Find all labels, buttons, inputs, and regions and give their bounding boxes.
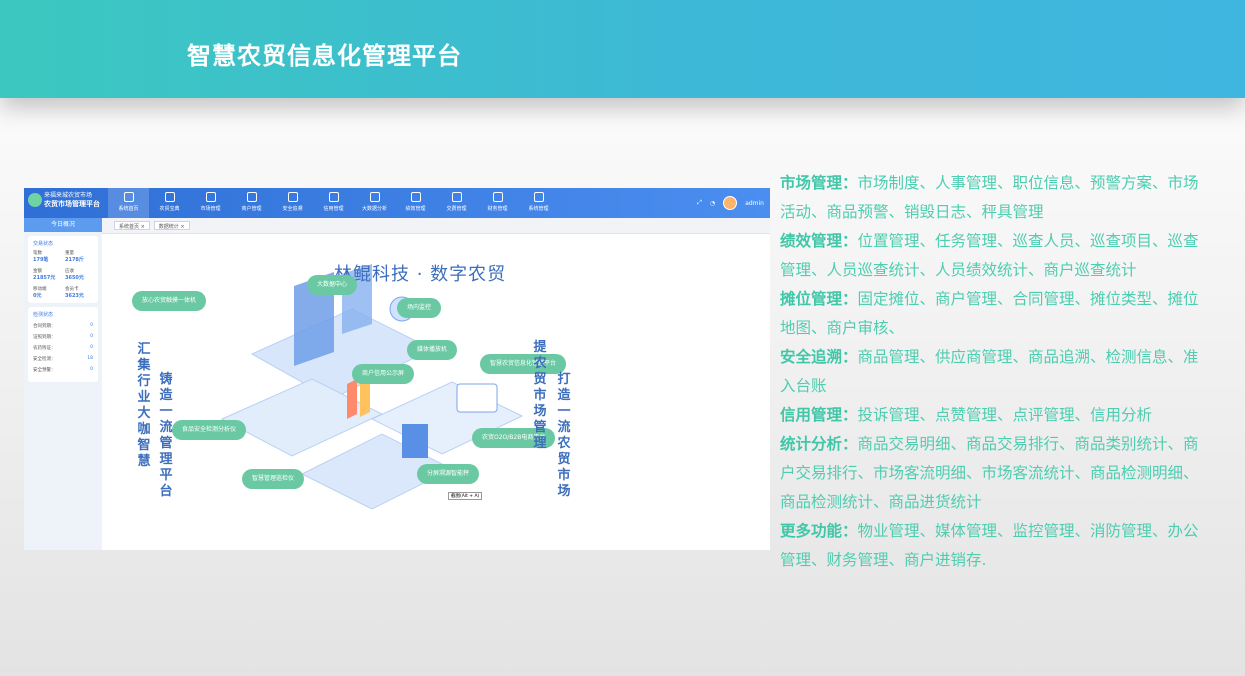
- stat-item: 移动端 0元: [33, 287, 47, 299]
- pill-label: 媒体播放机: [407, 340, 458, 360]
- check-row: 农药残证： 0: [33, 345, 93, 351]
- avatar[interactable]: [723, 196, 738, 210]
- nav-item[interactable]: 商户管理: [231, 188, 272, 218]
- feature-credit: 信用管理：投诉管理、点赞管理、点评管理、信用分析: [780, 406, 1153, 424]
- check-row: 证照到期： 0: [33, 334, 93, 340]
- tab-stats[interactable]: 数据统计 ×: [153, 221, 190, 230]
- nav-item[interactable]: 财务管理: [477, 188, 518, 218]
- user-name[interactable]: admin: [745, 200, 764, 207]
- grid-icon: [205, 192, 216, 202]
- app-brand-line2: 农贸市场管理平台: [44, 200, 100, 208]
- app-sidebar: 今日概况 交易状态 笔数 179笔 重量 2178斤 金额 21857元 应收 3650…: [24, 218, 102, 550]
- feature-traceability: 安全追溯：商品管理、供应商管理、商品追溯、检测信息、准入台账: [780, 348, 1199, 395]
- book-icon: [164, 192, 175, 202]
- nav-label: 安全追溯: [282, 206, 303, 212]
- check-row: 合同到期： 0: [33, 323, 93, 329]
- stat-item: 应收 3650元: [65, 269, 84, 281]
- person-icon: [410, 192, 421, 202]
- nav-item[interactable]: 交费管理: [436, 188, 477, 218]
- feature-statistics: 统计分析：商品交易明细、商品交易排行、商品类别统计、商户交易排行、市场客流明细、…: [780, 435, 1199, 511]
- card-title: 检测状态: [33, 312, 54, 318]
- app-nav: 系统首页 农贸宝典 市场管理 商户管理 安全追溯 信用管理 大数据分析 绩效管理…: [108, 188, 559, 218]
- nav-label: 商户管理: [241, 206, 262, 212]
- badge-icon: [328, 192, 339, 202]
- feature-market: 市场管理：市场制度、人事管理、职位信息、预警方案、市场活动、商品预警、销毁日志、…: [780, 174, 1199, 221]
- header-banner: 智慧农贸信息化管理平台: [0, 0, 1245, 98]
- pill-label: 场内监控: [397, 298, 442, 318]
- card-title: 交易状态: [33, 241, 54, 247]
- feature-performance: 绩效管理：位置管理、任务管理、巡查人员、巡查项目、巡查管理、人员巡查统计、人员绩…: [780, 232, 1199, 279]
- app-brand: 来福来城农贸市场 农贸市场管理平台: [44, 191, 100, 209]
- chart-icon: [369, 192, 380, 202]
- stat-item: 重量 2178斤: [65, 251, 84, 263]
- pill-label: 智慧管理巡检仪: [242, 469, 305, 489]
- fullscreen-icon[interactable]: ⤢: [697, 199, 702, 207]
- nav-label: 系统管理: [528, 206, 549, 212]
- nav-item[interactable]: 系统管理: [518, 188, 559, 218]
- right-vertical-text-1: 提农贸市场管理: [533, 340, 547, 451]
- diamond-icon: [451, 192, 462, 202]
- left-vertical-text-2: 铸造一流管理平台: [159, 372, 173, 499]
- pill-label: 分屏溯源智能秤: [417, 464, 480, 484]
- page-title: 智慧农贸信息化管理平台: [187, 42, 462, 70]
- pill-label: 智慧农贸信息化管理平台: [480, 354, 567, 374]
- left-vertical-text-1: 汇集行业大咖智慧: [137, 342, 151, 469]
- feature-more: 更多功能：物业管理、媒体管理、监控管理、消防管理、办公管理、财务管理、商户进销存…: [780, 522, 1199, 569]
- app-brand-line1: 来福来城农贸市场: [44, 192, 93, 199]
- right-vertical-text-2: 打造一流农贸市场: [557, 372, 571, 499]
- nav-label: 大数据分析: [361, 206, 387, 212]
- nav-item[interactable]: 系统首页: [108, 188, 149, 218]
- trade-status-card: 交易状态 笔数 179笔 重量 2178斤 金额 21857元 应收 3650元 移动端…: [28, 236, 98, 303]
- app-topbar: 来福来城农贸市场 农贸市场管理平台 系统首页 农贸宝典 市场管理 商户管理 安全…: [24, 188, 770, 218]
- pill-label: 商户信用公示屏: [352, 364, 415, 384]
- check-row: 安全检测： 18: [33, 356, 93, 362]
- stat-item: 会员卡 3623元: [65, 287, 84, 299]
- app-tabbar: 系统首页 × 数据统计 ×: [102, 218, 770, 234]
- check-status-card: 检测状态 合同到期： 0 证照到期： 0 农药残证： 0 安全检测： 18 安全预警： 0: [28, 307, 98, 382]
- tab-home[interactable]: 系统首页 ×: [114, 221, 150, 230]
- shield-icon: [287, 192, 298, 202]
- check-row: 安全预警： 0: [33, 367, 93, 373]
- nav-item[interactable]: 市场管理: [190, 188, 231, 218]
- screenshot-tooltip: 截图(Alt + A): [448, 492, 483, 500]
- home-icon: [123, 192, 134, 202]
- sidebar-header: 今日概况: [24, 218, 102, 232]
- hero-illustration: 林鲲科技 · 数字农贸 放心农贸触摸一体机 大数据中心 场内监控 媒体播放机 智…: [102, 234, 770, 550]
- nav-label: 财务管理: [487, 206, 508, 212]
- stat-item: 笔数 179笔: [33, 251, 49, 263]
- nav-item[interactable]: 安全追溯: [272, 188, 313, 218]
- list-icon: [492, 192, 503, 202]
- monitor-icon: [533, 192, 544, 202]
- feature-list: 市场管理：市场制度、人事管理、职位信息、预警方案、市场活动、商品预警、销毁日志、…: [780, 169, 1200, 575]
- nav-item[interactable]: 绩效管理: [395, 188, 436, 218]
- app-logo-icon: [28, 193, 42, 207]
- nav-label: 信用管理: [323, 206, 344, 212]
- nav-item[interactable]: 信用管理: [313, 188, 354, 218]
- hero-title: 林鲲科技 · 数字农贸: [334, 264, 507, 285]
- stat-item: 金额 21857元: [33, 269, 56, 281]
- pill-label: 大数据中心: [307, 275, 358, 295]
- app-topbar-right: ⤢ ◔ admin: [697, 196, 764, 210]
- feature-stall: 摊位管理：固定摊位、商户管理、合同管理、摊位类型、摊位地图、商户审核、: [780, 290, 1199, 337]
- nav-label: 系统首页: [118, 206, 139, 212]
- nav-item[interactable]: 农贸宝典: [149, 188, 190, 218]
- pill-label: 放心农贸触摸一体机: [132, 291, 207, 311]
- nav-label: 农贸宝典: [159, 206, 180, 212]
- nav-label: 市场管理: [200, 206, 221, 212]
- nav-item[interactable]: 大数据分析: [354, 188, 395, 218]
- platform-screenshot: 来福来城农贸市场 农贸市场管理平台 系统首页 农贸宝典 市场管理 商户管理 安全…: [24, 188, 770, 550]
- pill-label: 食品安全检测分析仪: [172, 420, 247, 440]
- users-icon: [246, 192, 257, 202]
- nav-label: 绩效管理: [405, 206, 426, 212]
- nav-label: 交费管理: [446, 206, 467, 212]
- bell-icon[interactable]: ◔: [710, 200, 715, 207]
